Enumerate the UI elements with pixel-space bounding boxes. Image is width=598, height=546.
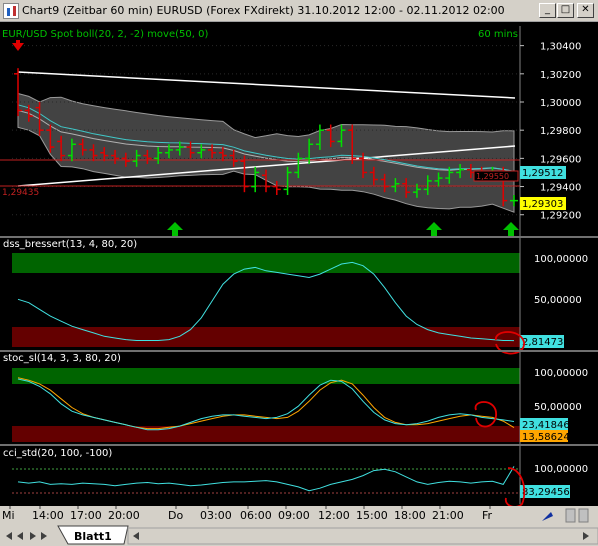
dss-tick-50: 50,00000 xyxy=(534,295,582,306)
time-axis-label: 20:00 xyxy=(108,509,140,522)
price-axis-label: 1,30200 xyxy=(540,70,581,81)
main-legend: EUR/USD Spot boll(20, 2, -2) move(50, 0) xyxy=(2,29,208,40)
time-axis-label: 09:00 xyxy=(278,509,310,522)
stoc-tick-50: 50,00000 xyxy=(534,402,582,413)
price-axis-label: 1,29600 xyxy=(540,154,581,165)
maximize-button[interactable]: □ xyxy=(557,3,574,18)
panel-separator[interactable] xyxy=(0,236,598,238)
sheet-tab-label: Blatt1 xyxy=(74,530,112,543)
stoc-value-orange-text: 13,58624 xyxy=(522,432,570,443)
time-axis-label: 03:00 xyxy=(200,509,232,522)
level-label: 1,29435 xyxy=(2,188,39,198)
minimize-button[interactable]: _ xyxy=(539,3,556,18)
price-axis-label: 1,30400 xyxy=(540,42,581,53)
cci-value-text: 83,29456 xyxy=(522,487,570,498)
annotation-circle xyxy=(474,401,497,428)
window-title: Chart9 (Zeitbar 60 min) EURUSD (Forex FX… xyxy=(22,4,505,17)
dss-legend: dss_bressert(13, 4, 80, 20) xyxy=(3,239,137,250)
timeframe-label: 60 mins xyxy=(478,29,518,40)
window-titlebar: Chart9 (Zeitbar 60 min) EURUSD (Forex FX… xyxy=(0,0,598,22)
stoc-main-line xyxy=(17,378,515,431)
stoc-signal-line xyxy=(17,377,515,430)
stoc-value-cyan-text: 23,41846 xyxy=(522,420,570,431)
dss-oversold-zone xyxy=(12,327,520,347)
cci-legend: cci_std(20, 100, -100) xyxy=(3,448,112,459)
chart-area[interactable]: EUR/USD Spot boll(20, 2, -2) move(50, 0)… xyxy=(0,22,598,508)
price-axis-label: 1,30000 xyxy=(540,98,581,109)
stoc-overbought-zone xyxy=(12,368,520,384)
stoc-tick-100: 100,00000 xyxy=(534,368,588,379)
time-axis-label: 17:00 xyxy=(70,509,102,522)
dss-overbought-zone xyxy=(12,253,520,273)
chart-canvas[interactable]: EUR/USD Spot boll(20, 2, -2) move(50, 0)… xyxy=(0,22,598,508)
stoc-oversold-zone xyxy=(12,426,520,442)
time-axis-label: 18:00 xyxy=(394,509,426,522)
price-axis-label: 1,29800 xyxy=(540,126,581,137)
time-axis-label: Mi xyxy=(2,509,15,522)
chart-app-icon xyxy=(3,3,19,19)
price-tag-red-text: 1,29550 xyxy=(476,172,509,181)
zoom-out-button[interactable] xyxy=(578,508,589,523)
bottom-bar: Mi 14:00 17:00 20:00 Do 03:00 06:00 09:00 12:00 1… xyxy=(0,506,598,546)
time-axis-label: 14:00 xyxy=(32,509,64,522)
panel-separator[interactable] xyxy=(0,350,598,352)
time-axis-label: 15:00 xyxy=(356,509,388,522)
dss-value-text: 2,81473 xyxy=(522,337,563,348)
time-axis-label: 06:00 xyxy=(240,509,272,522)
price-axis-label: 1,29200 xyxy=(540,211,581,222)
time-axis-label: Do xyxy=(168,509,183,522)
zoom-in-button[interactable] xyxy=(565,508,576,523)
dss-tick-100: 100,00000 xyxy=(534,254,588,265)
price-tag-yellow-text: 1,29303 xyxy=(522,199,563,210)
time-axis-label: Fr xyxy=(482,509,493,522)
price-tag-cyan-text: 1,29512 xyxy=(522,168,563,179)
close-button[interactable]: ✕ xyxy=(577,3,594,18)
time-axis-label: 21:00 xyxy=(432,509,464,522)
horizontal-scrollbar[interactable] xyxy=(127,527,598,545)
stoc-legend: stoc_sl(14, 3, 3, 80, 20) xyxy=(3,353,121,364)
panel-separator[interactable] xyxy=(0,444,598,446)
price-axis-label: 1,29400 xyxy=(540,183,581,194)
cci-tick-100: 100,00000 xyxy=(534,464,588,475)
sell-arrow-stem xyxy=(16,40,20,44)
time-axis-label: 12:00 xyxy=(318,509,350,522)
cci-line xyxy=(17,466,515,492)
